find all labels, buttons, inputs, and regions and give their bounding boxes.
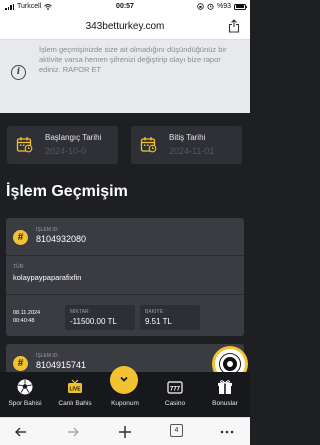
browser-toolbar: 4 xyxy=(0,417,250,445)
share-icon[interactable] xyxy=(228,19,240,33)
bottom-nav: Spor Bahisi LIVE Canlı Bahis Kuponum 777… xyxy=(0,366,250,417)
page-title: İşlem Geçmişim xyxy=(6,183,128,200)
back-arrow-icon[interactable] xyxy=(12,423,30,441)
nav-item-canli-bahis[interactable]: LIVE Canlı Bahis xyxy=(50,372,100,417)
forward-arrow-icon[interactable] xyxy=(64,423,82,441)
start-date-picker[interactable]: Başlangıç Tarihi 2024-10-0 xyxy=(7,126,118,164)
balance-label: BAKİYE: xyxy=(145,309,165,315)
end-date-label: Bitiş Tarihi xyxy=(169,133,206,142)
new-tab-plus-icon[interactable] xyxy=(116,423,134,441)
transaction-id: 8104915741 xyxy=(36,360,87,370)
page: Turkcell 00:57 %93 343betturkey.com i İş… xyxy=(0,0,250,445)
nav-label: Bonuslar xyxy=(212,400,238,407)
status-right: %93 xyxy=(197,3,247,10)
browser-url-bar[interactable]: 343betturkey.com xyxy=(0,13,250,40)
transaction-date: 08.11.2024 xyxy=(13,310,41,316)
calendar-icon xyxy=(16,137,33,153)
svg-text:777: 777 xyxy=(170,386,181,392)
divider xyxy=(6,294,244,295)
lock-rotation-icon xyxy=(197,3,204,10)
end-date-picker[interactable]: Bitiş Tarihi 2024-11-01 xyxy=(131,126,242,164)
transaction-datetime: 08.11.2024 00:40:48 xyxy=(13,309,40,325)
transaction-card: # İŞLEM ID: 8104932080 TÜR: kolaypaypapa… xyxy=(6,218,244,336)
transaction-id-label: İŞLEM ID: xyxy=(36,227,59,233)
balance-box: BAKİYE: 9.51 TL xyxy=(140,305,200,330)
start-date-label: Başlangıç Tarihi xyxy=(45,133,102,142)
battery-percent: %93 xyxy=(216,3,231,10)
nav-item-casino[interactable]: 777 Casino xyxy=(150,372,200,417)
nav-label: Kuponum xyxy=(111,400,139,407)
nav-label: Casino xyxy=(164,400,186,407)
nav-item-kuponum[interactable]: Kuponum xyxy=(100,366,150,417)
nav-item-spor-bahisi[interactable]: Spor Bahisi xyxy=(0,372,50,417)
security-notice: i İşlem geçmişinizde size ait olmadığını… xyxy=(0,40,250,113)
transaction-type-label: TÜR: xyxy=(13,264,25,270)
nav-label: Spor Bahisi xyxy=(8,400,42,407)
more-menu-icon[interactable] xyxy=(218,423,236,441)
transaction-id-label: İŞLEM ID: xyxy=(36,353,59,359)
battery-icon xyxy=(234,3,247,10)
transaction-time: 00:40:48 xyxy=(13,318,35,324)
amount-label: MİKTAR: xyxy=(70,309,90,315)
calendar-icon xyxy=(140,137,157,153)
end-date-value[interactable]: 2024-11-01 xyxy=(169,146,235,156)
nav-label: Canlı Bahis xyxy=(58,400,92,407)
info-icon: i xyxy=(11,65,26,80)
gift-icon xyxy=(218,380,232,394)
transaction-type: kolaypaypaparafixfin xyxy=(13,273,82,282)
start-date-value[interactable]: 2024-10-0 xyxy=(45,146,111,156)
transaction-id: 8104932080 xyxy=(36,234,87,244)
tabs-count-icon[interactable]: 4 xyxy=(170,424,183,437)
hash-icon: # xyxy=(13,230,28,245)
balance-value: 9.51 TL xyxy=(145,317,172,326)
amount-box: MİKTAR: -11500.00 TL xyxy=(65,305,135,330)
soccer-ball-icon xyxy=(17,379,33,395)
chip-icon xyxy=(220,354,240,374)
coupon-chevron-icon xyxy=(120,376,128,382)
alarm-icon xyxy=(207,3,214,10)
live-tv-icon: LIVE xyxy=(68,379,82,393)
svg-text:LIVE: LIVE xyxy=(69,386,81,392)
status-bar: Turkcell 00:57 %93 xyxy=(0,0,250,13)
slot-777-icon: 777 xyxy=(167,381,183,394)
divider xyxy=(6,255,244,256)
nav-item-bonuslar[interactable]: Bonuslar xyxy=(200,372,250,417)
hash-icon: # xyxy=(13,356,28,371)
notice-text: İşlem geçmişinizde size ait olmadığını d… xyxy=(39,45,227,74)
amount-value: -11500.00 TL xyxy=(70,317,117,326)
url-text[interactable]: 343betturkey.com xyxy=(0,21,250,32)
coupon-button[interactable] xyxy=(110,366,138,394)
